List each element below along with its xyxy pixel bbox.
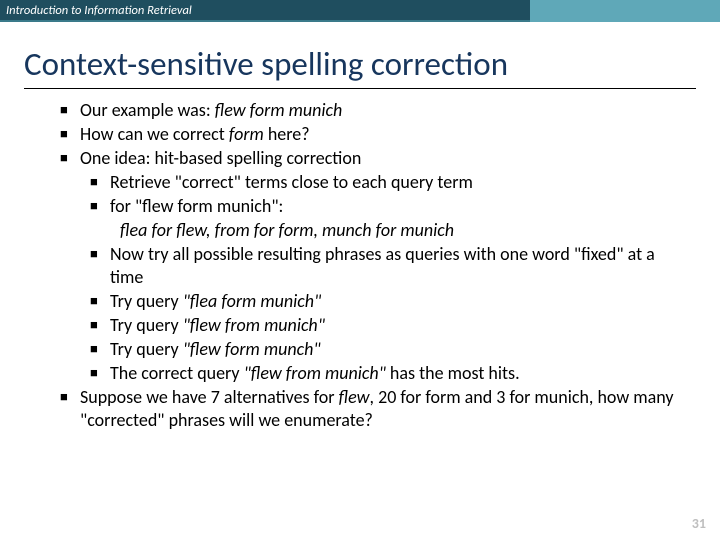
bullet-text: The correct query "flew from munich" has… — [110, 362, 680, 385]
bullet-icon: ■ — [90, 243, 110, 289]
bullet-item: ■ One idea: hit-based spelling correctio… — [60, 147, 680, 170]
bullet-icon: ■ — [60, 386, 80, 432]
bullet-item: ■ How can we correct form here? — [60, 123, 680, 146]
header-course-title: Introduction to Information Retrieval — [0, 3, 192, 18]
sub-bullet-item: ■ Now try all possible resulting phrases… — [90, 243, 680, 289]
bullet-icon: ■ — [60, 123, 80, 146]
bullet-icon: ■ — [90, 195, 110, 218]
bullet-text: One idea: hit-based spelling correction — [80, 147, 680, 170]
bullet-item: ■ Our example was: flew form munich — [60, 99, 680, 122]
sub-bullet-item: ■ Try query "flew from munich" — [90, 314, 680, 337]
header-accent — [530, 0, 720, 22]
bullet-item: ■ Suppose we have 7 alternatives for fle… — [60, 386, 680, 432]
sub-bullet-item: ■ Try query "flew form munch" — [90, 338, 680, 361]
bullet-text: Now try all possible resulting phrases a… — [110, 243, 680, 289]
slide-title: Context-sensitive spelling correction — [0, 22, 720, 88]
bullet-text: Our example was: flew form munich — [80, 99, 680, 122]
bullet-icon: ■ — [90, 362, 110, 385]
bullet-text: Suppose we have 7 alternatives for flew,… — [80, 386, 680, 432]
bullet-icon: ■ — [90, 338, 110, 361]
bullet-text: Try query "flew from munich" — [110, 314, 680, 337]
sub-bullet-item: ■ The correct query "flew from munich" h… — [90, 362, 680, 385]
sub-bullet-continuation: flea for flew, from for form, munch for … — [120, 219, 680, 242]
bullet-icon: ■ — [90, 290, 110, 313]
bullet-text: Retrieve "correct" terms close to each q… — [110, 171, 680, 194]
bullet-text: for "flew form munich": — [110, 195, 680, 218]
sub-bullet-item: ■ Retrieve "correct" terms close to each… — [90, 171, 680, 194]
slide-body: ■ Our example was: flew form munich ■ Ho… — [0, 99, 720, 432]
title-underline — [24, 88, 696, 89]
bullet-icon: ■ — [60, 99, 80, 122]
bullet-icon: ■ — [60, 147, 80, 170]
bullet-icon: ■ — [90, 171, 110, 194]
bullet-text: Try query "flea form munich" — [110, 290, 680, 313]
page-number: 31 — [692, 515, 706, 532]
bullet-icon: ■ — [90, 314, 110, 337]
slide-header: Introduction to Information Retrieval — [0, 0, 720, 22]
sub-bullet-item: ■ for "flew form munich": — [90, 195, 680, 218]
bullet-text: flea for flew, from for form, munch for … — [120, 219, 680, 242]
sub-bullet-item: ■ Try query "flea form munich" — [90, 290, 680, 313]
bullet-text: How can we correct form here? — [80, 123, 680, 146]
bullet-text: Try query "flew form munch" — [110, 338, 680, 361]
